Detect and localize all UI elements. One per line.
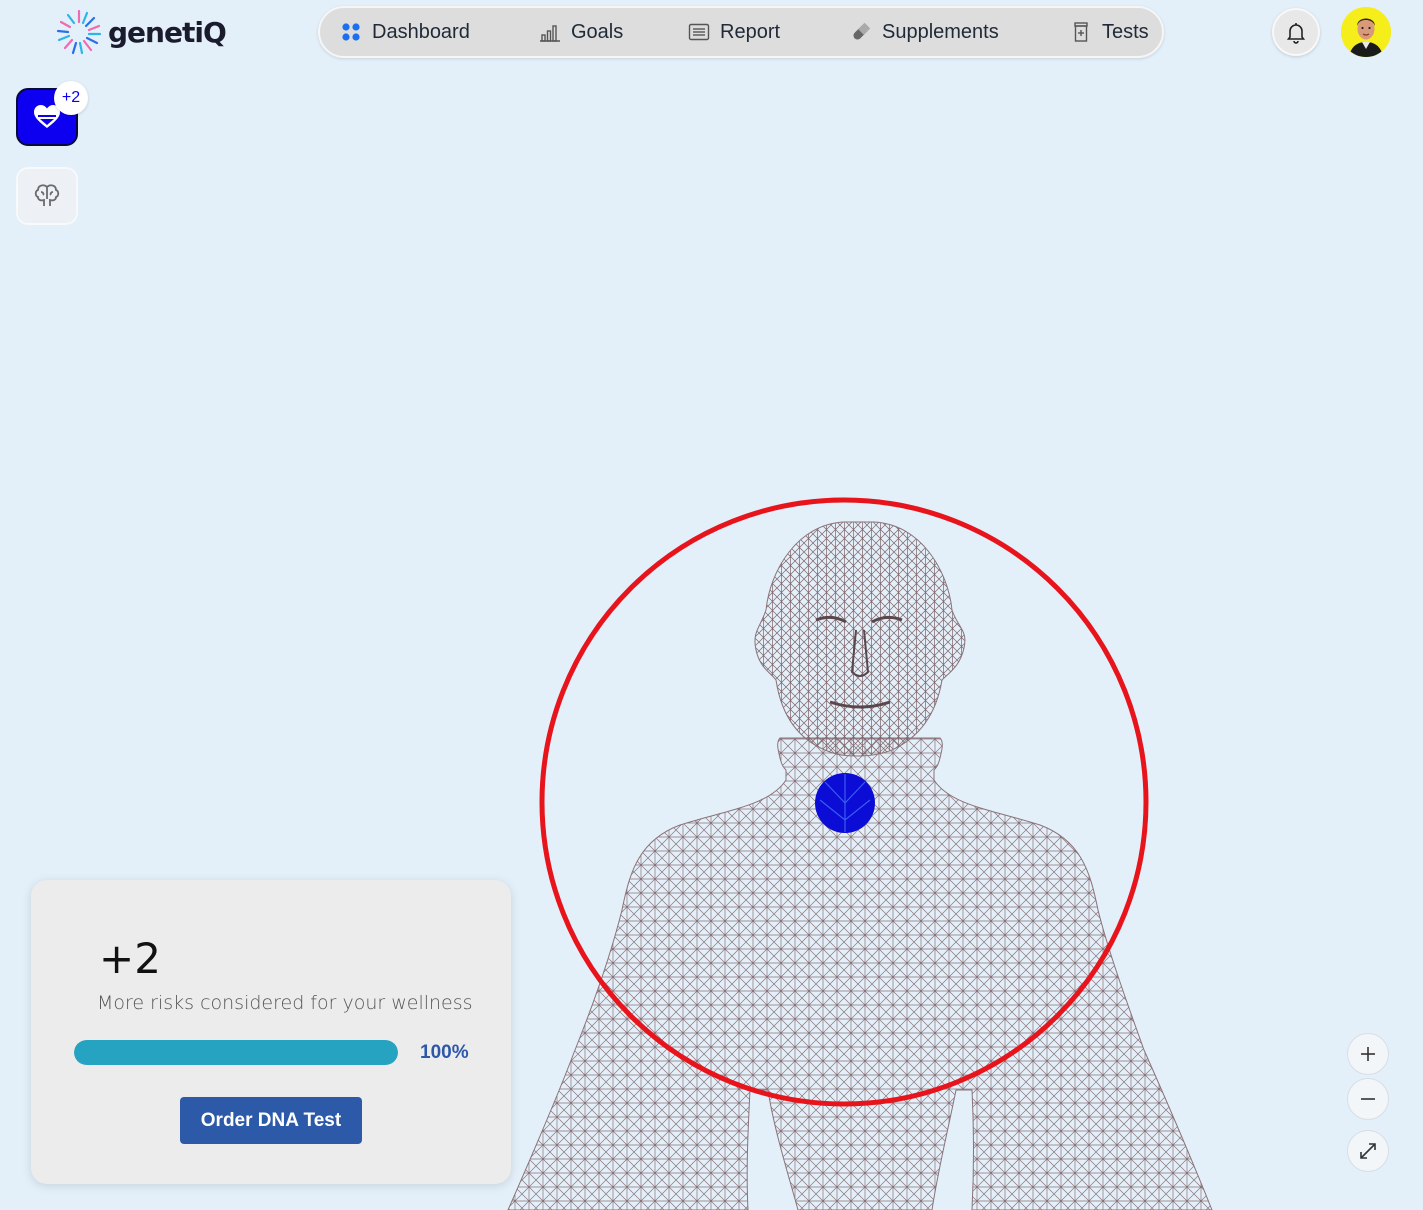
risk-summary-card: +2 More risks considered for your wellne… [31, 880, 511, 1184]
brain-icon [34, 184, 60, 206]
progress-percentage: 100% [420, 1042, 469, 1063]
nav-label: Goals [571, 20, 624, 43]
minus-icon [1361, 1098, 1375, 1100]
fullscreen-button[interactable] [1347, 1130, 1389, 1172]
rail-brain-button[interactable] [16, 167, 78, 225]
grid-dots-icon [342, 23, 360, 41]
avatar-photo [1341, 7, 1391, 57]
bar-chart-icon [540, 25, 560, 42]
app-logo[interactable]: genetiQ [54, 6, 227, 58]
nav-label: Tests [1102, 20, 1149, 43]
rail-badge-count: +2 [54, 81, 88, 115]
notifications-button[interactable] [1272, 8, 1320, 56]
nav-tests[interactable]: Tests [1070, 8, 1149, 56]
list-report-icon [688, 23, 710, 41]
zoom-out-button[interactable] [1347, 1078, 1389, 1120]
bell-icon [1286, 23, 1306, 44]
progress-bar [74, 1040, 398, 1065]
logo-text: genetiQ [108, 15, 227, 49]
logo-burst-icon [56, 9, 102, 55]
test-tube-icon [1074, 22, 1088, 42]
progress-bar-fill [74, 1040, 398, 1065]
expand-icon [1360, 1143, 1376, 1159]
user-avatar[interactable] [1341, 7, 1391, 57]
risk-description: More risks considered for your wellness [97, 992, 473, 1014]
nav-label: Dashboard [372, 20, 470, 43]
zoom-in-button[interactable] [1347, 1033, 1389, 1075]
main-navigation: Dashboard Goals Report Supplements Tests [318, 6, 1164, 58]
order-dna-test-button[interactable]: Order DNA Test [180, 1097, 362, 1144]
wireframe-body [507, 521, 1213, 1210]
nav-report[interactable]: Report [688, 8, 780, 56]
nav-label: Supplements [882, 20, 999, 43]
plus-icon [1361, 1047, 1375, 1061]
nav-supplements[interactable]: Supplements [850, 8, 999, 56]
nav-dashboard[interactable]: Dashboard [340, 8, 470, 56]
nav-label: Report [720, 20, 781, 43]
body-model-viewer[interactable] [480, 480, 1240, 1210]
risk-count: +2 [99, 934, 161, 983]
pill-icon [853, 22, 871, 40]
nav-goals[interactable]: Goals [539, 8, 623, 56]
